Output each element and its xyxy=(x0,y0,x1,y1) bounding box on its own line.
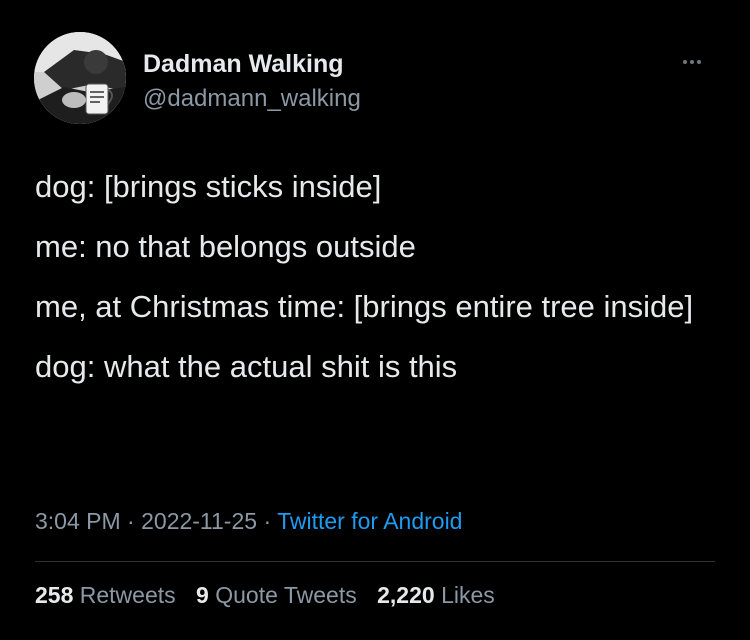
avatar-image xyxy=(34,32,126,124)
tweet-line: dog: [brings sticks inside] xyxy=(35,169,382,204)
dot xyxy=(690,60,694,64)
tweet-stats: 258 Retweets 9 Quote Tweets 2,220 Likes xyxy=(35,582,509,609)
likes-count: 2,220 xyxy=(377,582,435,608)
quote-tweets-count: 9 xyxy=(196,582,209,608)
likes-stat[interactable]: 2,220 Likes xyxy=(377,582,495,609)
tweet-meta: 3:04 PM · 2022-11-25 · Twitter for Andro… xyxy=(35,508,462,535)
separator: · xyxy=(127,508,135,534)
divider xyxy=(35,561,715,562)
retweets-stat[interactable]: 258 Retweets xyxy=(35,582,176,609)
quote-tweets-label: Quote Tweets xyxy=(215,582,357,608)
separator: · xyxy=(263,508,272,534)
tweet-date[interactable]: 2022-11-25 xyxy=(141,508,257,534)
tweet-source-link[interactable]: Twitter for Android xyxy=(277,508,462,534)
tweet-time[interactable]: 3:04 PM xyxy=(35,508,121,534)
dot xyxy=(697,60,701,64)
retweets-label: Retweets xyxy=(79,582,176,608)
tweet-line: me: no that belongs outside xyxy=(35,229,416,264)
tweet-line: me, at Christmas time: [brings entire tr… xyxy=(35,289,694,324)
dot xyxy=(683,60,687,64)
user-handle[interactable]: @dadmann_walking xyxy=(143,85,361,113)
retweets-count: 258 xyxy=(35,582,74,608)
tweet-card: Dadman Walking @dadmann_walking dog: [br… xyxy=(0,0,750,640)
likes-label: Likes xyxy=(441,582,495,608)
quote-tweets-stat[interactable]: 9 Quote Tweets xyxy=(196,582,357,609)
tweet-text: dog: [brings sticks inside] me: no that … xyxy=(35,168,725,408)
avatar[interactable] xyxy=(34,32,126,124)
more-dots-icon[interactable] xyxy=(672,52,712,72)
tweet-line: dog: what the actual shit is this xyxy=(35,349,458,384)
display-name[interactable]: Dadman Walking xyxy=(143,50,344,79)
